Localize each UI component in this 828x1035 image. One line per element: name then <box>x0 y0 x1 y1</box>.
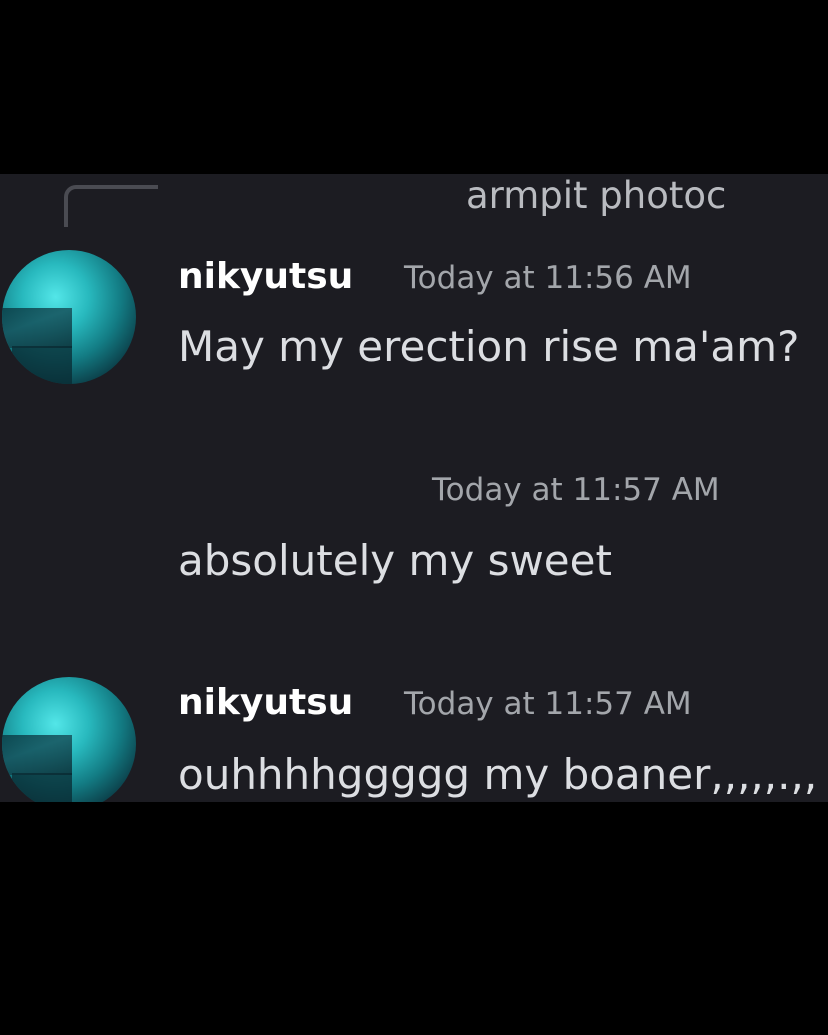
reply-connector-line <box>64 185 158 227</box>
message-username[interactable]: nikyutsu <box>178 682 353 723</box>
message-username[interactable]: nikyutsu <box>178 256 353 297</box>
reply-preview-text[interactable]: armpit photoc <box>466 174 726 217</box>
user-avatar[interactable] <box>2 250 136 384</box>
message-timestamp: Today at 11:57 AM <box>404 686 692 722</box>
message-text: ouhhhhggggg my boaner,,,,,.,, <box>178 750 818 799</box>
user-avatar[interactable] <box>2 677 136 802</box>
message-timestamp: Today at 11:57 AM <box>432 472 720 508</box>
message-text: absolutely my sweet <box>178 536 612 585</box>
message-timestamp: Today at 11:56 AM <box>404 260 692 296</box>
chat-panel: armpit photoc nikyutsu Today at 11:56 AM… <box>0 174 828 802</box>
message-text: May my erection rise ma'am? <box>178 322 800 371</box>
